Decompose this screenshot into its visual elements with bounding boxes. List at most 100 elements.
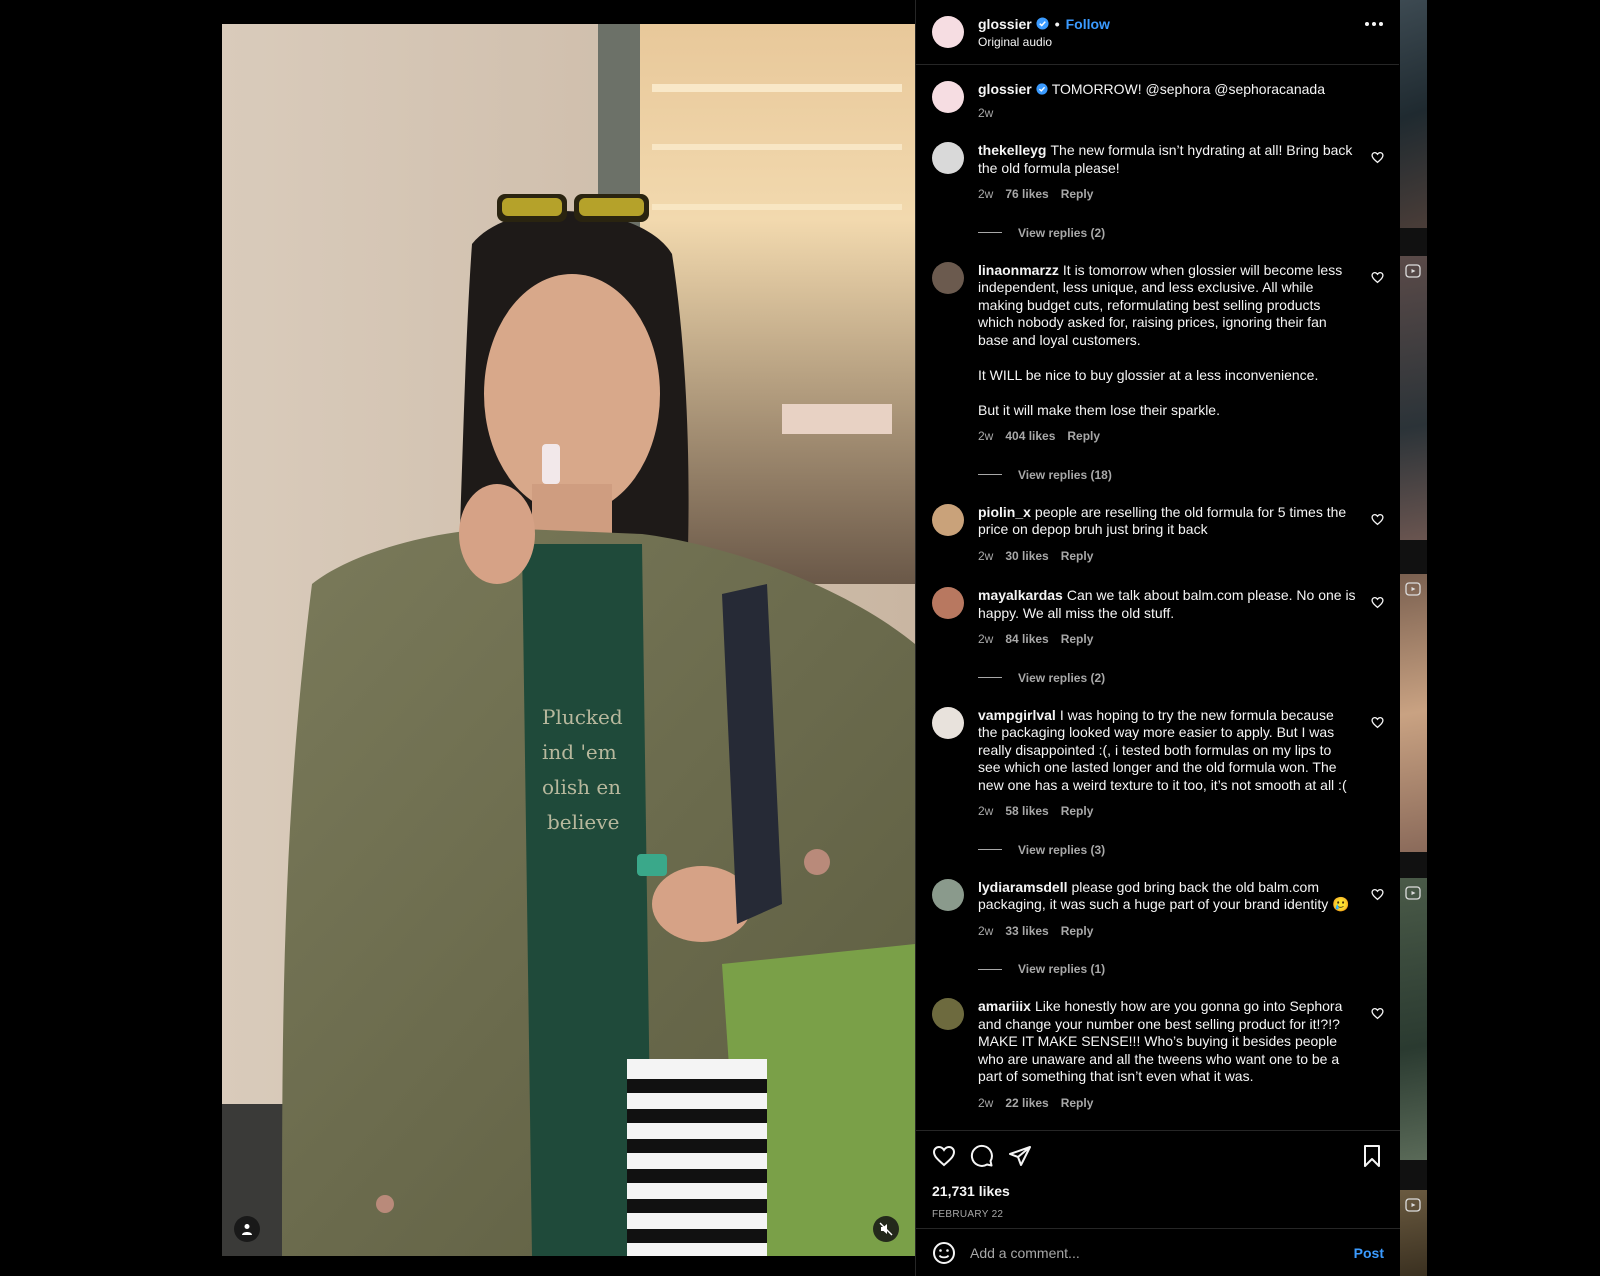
post-date: FEBRUARY 22	[932, 1209, 1004, 1220]
avatar[interactable]	[932, 998, 964, 1030]
list-item: mayalkardas Can we talk about balm.com pl…	[932, 587, 1384, 649]
caption-username[interactable]: glossier	[978, 81, 1032, 97]
avatar[interactable]	[932, 878, 964, 911]
tagged-users-button[interactable]	[234, 1216, 260, 1242]
view-replies-button[interactable]: View replies (1)	[978, 962, 1384, 976]
comment-time: 2w	[978, 923, 994, 938]
background-grid-strip	[1400, 0, 1427, 1276]
comment-text: Like honestly how are you gonna go into …	[978, 998, 1343, 1084]
comment-username[interactable]: amariiix	[978, 998, 1031, 1014]
reply-button[interactable]: Reply	[1061, 923, 1094, 941]
comments-list[interactable]: glossier TOMORROW! @sephora @sephoracanad…	[916, 65, 1400, 1120]
heart-icon[interactable]	[1371, 151, 1384, 164]
list-item: linaonmarzz It is tomorrow when glossier …	[932, 261, 1384, 446]
comment-likes[interactable]: 76 likes	[1005, 186, 1048, 204]
post-header: glossier • Follow Original audio	[916, 0, 1399, 65]
more-options-icon[interactable]	[1365, 22, 1383, 26]
heart-icon[interactable]	[1371, 1007, 1384, 1020]
add-comment-bar: Post	[916, 1228, 1400, 1276]
heart-icon[interactable]	[1371, 513, 1384, 526]
heart-icon[interactable]	[1371, 716, 1384, 729]
comment-username[interactable]: piolin_x	[978, 504, 1031, 520]
comment-time: 2w	[978, 429, 994, 443]
comment-input[interactable]	[970, 1244, 1354, 1261]
post-actions: 21,731 likes FEBRUARY 22	[916, 1130, 1400, 1230]
caption: glossier TOMORROW! @sephora @sephoracanad…	[932, 81, 1384, 122]
comment-likes[interactable]: 22 likes	[1005, 1095, 1048, 1113]
comment-likes[interactable]: 404 likes	[1005, 428, 1055, 446]
background-thumbnail	[1400, 878, 1427, 1160]
view-replies-button[interactable]: View replies (18)	[978, 468, 1384, 482]
svg-text:olish en: olish en	[542, 775, 621, 799]
svg-text:Plucked: Plucked	[542, 705, 623, 729]
comment-username[interactable]: mayalkardas	[978, 587, 1063, 603]
post-button[interactable]: Post	[1354, 1245, 1384, 1261]
heart-icon[interactable]	[932, 1144, 956, 1168]
comment-username[interactable]: linaonmarzz	[978, 262, 1059, 278]
likes-count[interactable]: 21,731 likes	[932, 1183, 1384, 1199]
reply-button[interactable]: Reply	[1061, 803, 1094, 821]
avatar[interactable]	[932, 503, 964, 536]
comment-time: 2w	[978, 804, 994, 818]
mute-toggle-button[interactable]	[873, 1216, 899, 1242]
comment-likes[interactable]: 58 likes	[1005, 803, 1048, 821]
comment-text: people are reselling the old formula for…	[978, 503, 1347, 538]
follow-button[interactable]: Follow	[1066, 16, 1110, 32]
background-thumbnail	[1400, 256, 1427, 540]
view-replies-button[interactable]: View replies (3)	[978, 843, 1384, 857]
background-thumbnail	[1400, 1190, 1427, 1276]
reply-button[interactable]: Reply	[1061, 548, 1094, 566]
avatar[interactable]	[932, 142, 964, 174]
heart-icon[interactable]	[1371, 271, 1384, 284]
list-item: piolin_x people are reselling the old for…	[932, 503, 1384, 566]
heart-icon[interactable]	[1371, 888, 1384, 901]
audio-label[interactable]: Original audio	[978, 35, 1110, 49]
comment-username[interactable]: thekelleyg	[978, 142, 1046, 158]
author-username[interactable]: glossier	[978, 16, 1032, 32]
post-details-panel: glossier • Follow Original audio glossie…	[915, 0, 1400, 1276]
background-thumbnail	[1400, 574, 1427, 852]
avatar[interactable]	[932, 81, 964, 113]
bookmark-icon[interactable]	[1360, 1144, 1384, 1168]
post-video[interactable]: Plucked ind 'em olish en believe	[222, 24, 915, 1256]
caption-time: 2w	[978, 105, 994, 120]
comment-likes[interactable]: 33 likes	[1005, 923, 1048, 941]
background-thumbnail	[1400, 0, 1427, 228]
comment-time: 2w	[978, 632, 994, 646]
verified-icon	[1036, 17, 1049, 30]
header-separator: •	[1054, 15, 1060, 32]
avatar[interactable]	[932, 261, 964, 294]
reply-button[interactable]: Reply	[1061, 631, 1094, 649]
comment-time: 2w	[978, 187, 994, 201]
avatar[interactable]	[932, 706, 964, 739]
list-item: amariiix Like honestly how are you gonna …	[932, 998, 1384, 1112]
view-replies-label: View replies (2)	[1018, 225, 1106, 240]
caption-text: TOMORROW! @sephora @sephoracanada	[1051, 81, 1325, 97]
reply-button[interactable]: Reply	[1061, 186, 1094, 204]
video-frame: Plucked ind 'em olish en believe	[222, 24, 915, 1256]
heart-icon[interactable]	[1371, 596, 1384, 609]
comment-icon[interactable]	[970, 1144, 994, 1168]
reply-button[interactable]: Reply	[1061, 1095, 1094, 1113]
muted-icon	[879, 1222, 893, 1236]
svg-text:believe: believe	[547, 810, 619, 834]
view-replies-label: View replies (1)	[1018, 962, 1106, 976]
reel-icon	[1405, 886, 1421, 900]
comment-time: 2w	[978, 548, 994, 563]
svg-text:ind 'em: ind 'em	[542, 740, 617, 764]
avatar[interactable]	[932, 587, 964, 619]
author-avatar[interactable]	[932, 16, 964, 48]
comment-time: 2w	[978, 1095, 994, 1110]
user-tag-icon	[242, 1224, 252, 1235]
view-replies-button[interactable]: View replies (2)	[978, 226, 1384, 240]
reel-icon	[1405, 582, 1421, 596]
comment-likes[interactable]: 84 likes	[1005, 631, 1048, 649]
comment-likes[interactable]: 30 likes	[1005, 548, 1048, 566]
view-replies-label: View replies (3)	[1018, 842, 1106, 857]
share-icon[interactable]	[1008, 1144, 1032, 1168]
comment-username[interactable]: vampgirlval	[978, 707, 1056, 723]
emoji-icon[interactable]	[932, 1241, 956, 1265]
view-replies-button[interactable]: View replies (2)	[978, 671, 1384, 685]
comment-username[interactable]: lydiaramsdell	[978, 879, 1068, 895]
reply-button[interactable]: Reply	[1067, 428, 1100, 446]
